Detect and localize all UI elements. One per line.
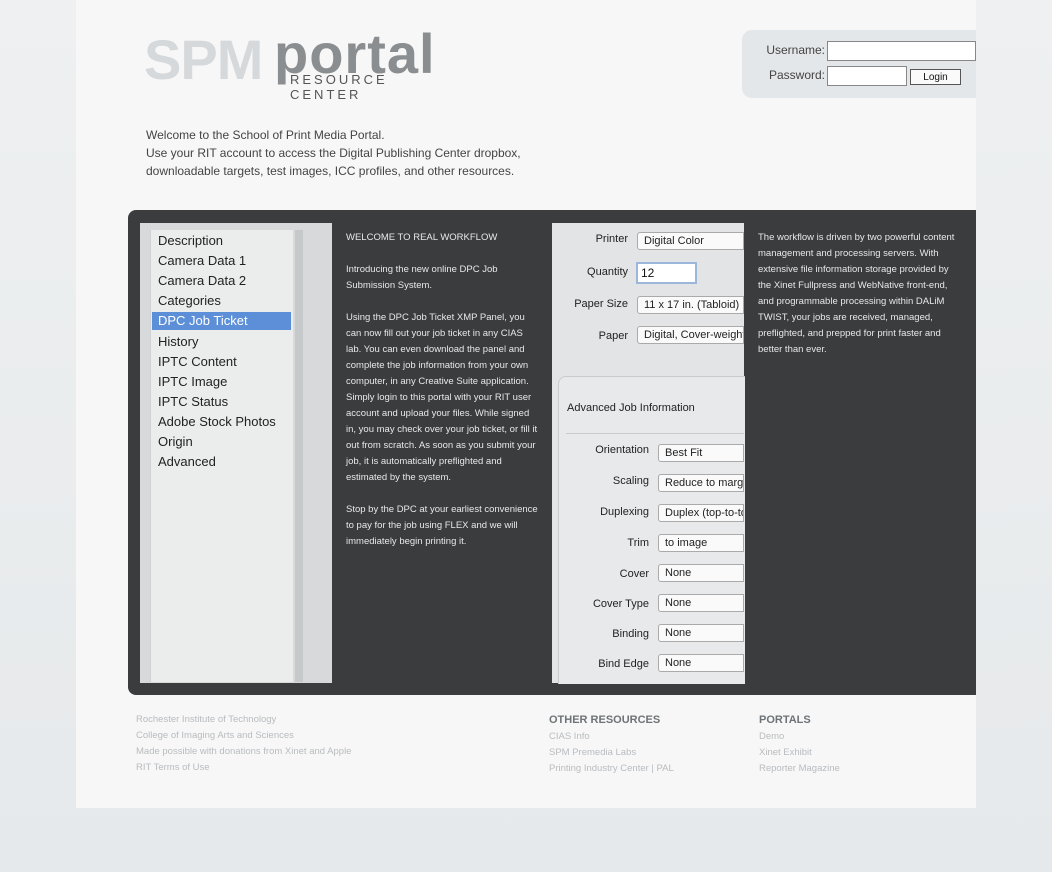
logo-subtitle: RESOURCE CENTER <box>290 72 388 102</box>
trim-select[interactable]: to image <box>658 534 744 552</box>
orientation-select[interactable]: Best Fit <box>658 444 744 462</box>
footer-link-rit[interactable]: Rochester Institute of Technology <box>136 712 351 728</box>
sidebar-item-history[interactable]: History <box>152 333 291 351</box>
footer-link-reporter-magazine[interactable]: Reporter Magazine <box>759 761 840 777</box>
username-input[interactable] <box>827 41 976 61</box>
intro-paragraph-3: Stop by the DPC at your earliest conveni… <box>346 504 538 547</box>
sidebar-item-origin[interactable]: Origin <box>152 433 291 451</box>
paper-label: Paper <box>598 330 628 342</box>
footer-link-xinet-exhibit[interactable]: Xinet Exhibit <box>759 745 840 761</box>
quantity-label: Quantity <box>587 266 628 278</box>
spm-portal-logo[interactable]: SPM portal RESOURCE CENTER <box>144 22 464 102</box>
scaling-label: Scaling <box>612 475 649 487</box>
paper-size-label: Paper Size <box>574 298 628 310</box>
bind-edge-select[interactable]: None <box>658 654 744 672</box>
sidebar-item-dpc-job-ticket[interactable]: DPC Job Ticket <box>152 312 291 330</box>
intro-paragraph-2: Using the DPC Job Ticket XMP Panel, you … <box>346 312 538 483</box>
sidebar-item-camera-data-2[interactable]: Camera Data 2 <box>152 272 291 290</box>
footer-link-cias-info[interactable]: CIAS Info <box>549 729 674 745</box>
sidebar-item-iptc-image[interactable]: IPTC Image <box>152 373 291 391</box>
printer-select[interactable]: Digital Color <box>637 232 744 250</box>
sidebar-item-adobe-stock-photos[interactable]: Adobe Stock Photos <box>152 413 291 431</box>
footer-other-resources: OTHER RESOURCES CIAS Info SPM Premedia L… <box>549 712 674 777</box>
footer-link-terms[interactable]: RIT Terms of Use <box>136 760 351 776</box>
workflow-description: The workflow is driven by two powerful c… <box>758 232 955 355</box>
intro-paragraph-1: Introducing the new online DPC Job Submi… <box>346 264 498 291</box>
cover-type-label: Cover Type <box>592 598 649 610</box>
advanced-job-info-title: Advanced Job Information <box>567 402 695 414</box>
cover-type-select[interactable]: None <box>658 594 744 612</box>
sidebar-item-description[interactable]: Description <box>152 232 291 250</box>
duplexing-label: Duplexing <box>600 506 649 518</box>
cover-select[interactable]: None <box>658 564 744 582</box>
password-input[interactable] <box>827 66 907 86</box>
intro-text: WELCOME TO REAL WORKFLOW Introducing the… <box>346 230 538 566</box>
paper-size-select[interactable]: 11 x 17 in. (Tabloid) <box>637 296 744 314</box>
scaling-select[interactable]: Reduce to margins <box>658 474 744 492</box>
paper-select[interactable]: Digital, Cover-weight <box>637 326 744 344</box>
sidebar-item-iptc-content[interactable]: IPTC Content <box>152 353 291 371</box>
welcome-line-2: Use your RIT account to access the Digit… <box>146 146 521 160</box>
orientation-label: Orientation <box>595 444 649 456</box>
binding-select[interactable]: None <box>658 624 744 642</box>
intro-heading: WELCOME TO REAL WORKFLOW <box>346 232 498 243</box>
welcome-text: Welcome to the School of Print Media Por… <box>146 126 566 180</box>
footer-link-cias[interactable]: College of Imaging Arts and Sciences <box>136 728 351 744</box>
sidebar-scrollbar[interactable] <box>295 230 303 682</box>
footer-link-donations[interactable]: Made possible with donations from Xinet … <box>136 744 351 760</box>
advanced-divider <box>566 433 744 434</box>
logo-spm-text: SPM <box>144 28 263 91</box>
username-label: Username: <box>766 43 825 57</box>
other-resources-heading: OTHER RESOURCES <box>549 714 661 726</box>
bind-edge-label: Bind Edge <box>598 658 649 670</box>
password-label: Password: <box>768 68 825 82</box>
sidebar-item-iptc-status[interactable]: IPTC Status <box>152 393 291 411</box>
footer-link-spm-premedia-labs[interactable]: SPM Premedia Labs <box>549 745 674 761</box>
welcome-line-1: Welcome to the School of Print Media Por… <box>146 128 385 142</box>
printer-label: Printer <box>595 233 628 245</box>
duplexing-select[interactable]: Duplex (top-to-top) <box>658 504 744 522</box>
cover-label: Cover <box>619 568 649 580</box>
welcome-line-3: downloadable targets, test images, ICC p… <box>146 164 515 178</box>
footer-link-demo[interactable]: Demo <box>759 729 840 745</box>
login-button[interactable]: Login <box>910 69 961 85</box>
footer-link-printing-industry-center[interactable]: Printing Industry Center | PAL <box>549 761 674 777</box>
binding-label: Binding <box>612 628 649 640</box>
sidebar-item-advanced[interactable]: Advanced <box>152 453 291 471</box>
quantity-input[interactable]: 12 <box>636 262 697 284</box>
footer-info: Rochester Institute of Technology Colleg… <box>136 712 351 776</box>
portals-heading: PORTALS <box>759 714 811 726</box>
sidebar-item-categories[interactable]: Categories <box>152 292 291 310</box>
footer-portals: PORTALS Demo Xinet Exhibit Reporter Maga… <box>759 712 840 777</box>
trim-label: Trim <box>627 537 649 549</box>
sidebar-item-camera-data-1[interactable]: Camera Data 1 <box>152 252 291 270</box>
